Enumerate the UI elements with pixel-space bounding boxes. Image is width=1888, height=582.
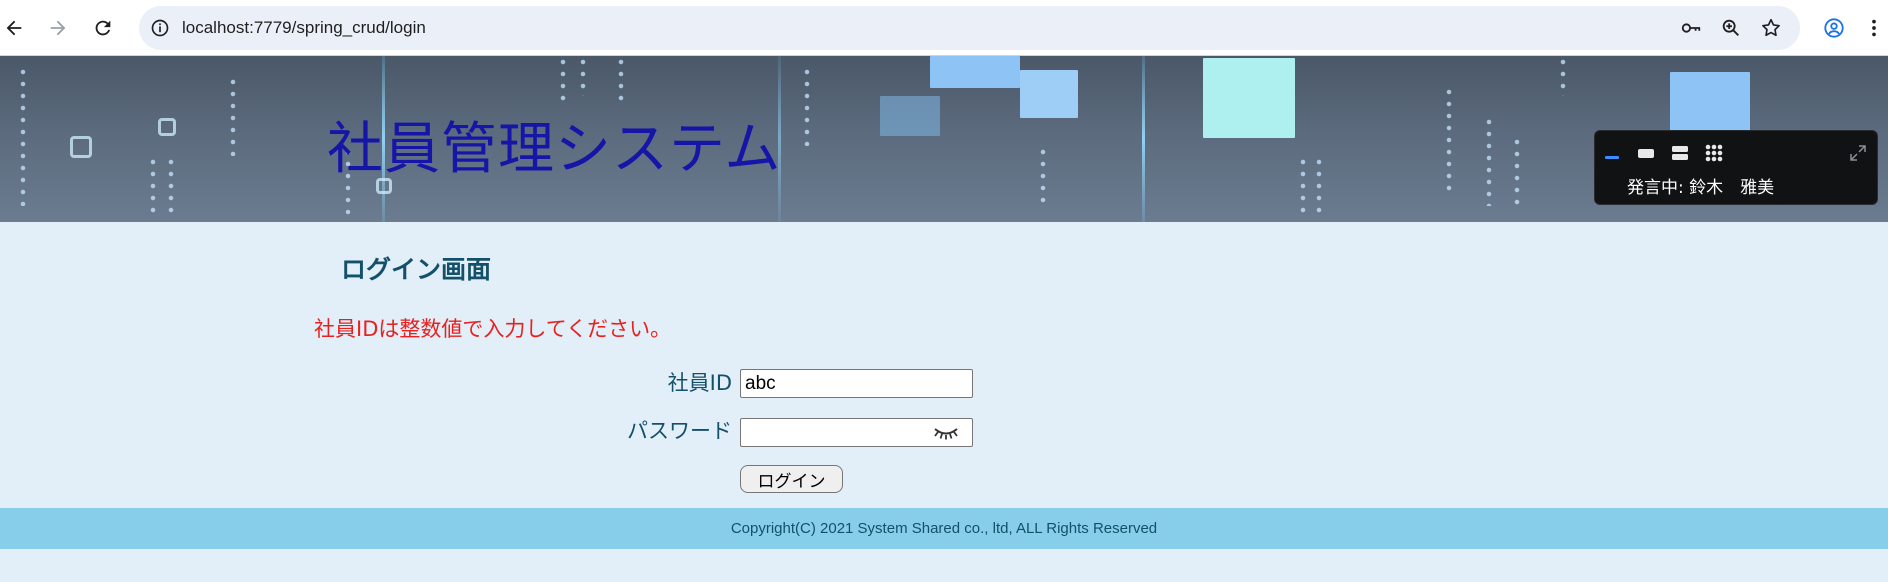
speaking-indicator: 発言中: 鈴木 雅美 <box>1627 178 1775 198</box>
banner-decoration <box>618 56 624 106</box>
kebab-menu-icon <box>1872 19 1876 37</box>
footer: Copyright(C) 2021 System Shared co., ltd… <box>0 508 1888 549</box>
banner-decoration <box>20 66 26 206</box>
page-heading: ログイン画面 <box>341 255 492 284</box>
expand-widget-button[interactable] <box>1845 141 1871 165</box>
forward-arrow-icon <box>50 20 66 36</box>
banner-decoration <box>560 56 566 106</box>
star-icon <box>1762 18 1780 37</box>
employee-id-input[interactable] <box>740 369 973 398</box>
browser-menu-button[interactable] <box>1866 16 1882 40</box>
banner-decoration <box>1670 72 1750 132</box>
site-info-button[interactable] <box>147 15 173 41</box>
layout-split-button[interactable] <box>1667 141 1693 165</box>
login-button[interactable]: ログイン <box>740 465 843 493</box>
password-label: パスワード <box>627 419 732 443</box>
zoom-button[interactable] <box>1719 16 1743 40</box>
profile-icon <box>1824 18 1844 38</box>
bookmark-button[interactable] <box>1759 16 1783 40</box>
banner-decoration <box>1300 156 1306 216</box>
single-tile-layout-icon <box>1638 149 1654 158</box>
grid-layout-icon <box>1705 144 1723 162</box>
banner-decoration <box>70 136 92 158</box>
layout-minimize-button[interactable] <box>1599 141 1625 165</box>
banner-decoration <box>230 76 236 156</box>
meeting-speaker-widget: 発言中: 鈴木 雅美 <box>1594 130 1878 205</box>
back-arrow-icon <box>6 20 22 36</box>
back-button[interactable] <box>0 12 30 44</box>
banner-decoration <box>1020 70 1078 118</box>
banner-decoration <box>1040 146 1046 206</box>
forward-button[interactable] <box>42 12 74 44</box>
banner-decoration <box>1203 58 1295 138</box>
zoom-icon <box>1722 19 1739 36</box>
banner-decoration <box>930 56 1020 88</box>
site-title: 社員管理システム <box>327 117 782 182</box>
browser-toolbar: localhost:7779/spring_crud/login <box>0 0 1888 56</box>
error-message: 社員IDは整数値で入力してください。 <box>314 317 672 341</box>
banner-decoration <box>1316 156 1322 216</box>
layout-grid-button[interactable] <box>1701 141 1727 165</box>
layout-single-button[interactable] <box>1633 141 1659 165</box>
split-layout-icon <box>1672 146 1688 160</box>
banner-decoration <box>1142 56 1145 222</box>
reload-icon <box>95 20 111 36</box>
banner-decoration <box>1514 136 1520 206</box>
eye-closed-icon <box>934 428 958 440</box>
site-info-icon <box>151 19 169 37</box>
employee-id-label: 社員ID <box>667 371 732 395</box>
password-manager-button[interactable] <box>1679 16 1703 40</box>
address-bar[interactable]: localhost:7779/spring_crud/login <box>139 6 1800 50</box>
password-visibility-toggle[interactable] <box>930 422 962 444</box>
url-text[interactable]: localhost:7779/spring_crud/login <box>182 6 426 50</box>
banner-decoration <box>1486 116 1492 206</box>
profile-button[interactable] <box>1822 16 1846 40</box>
banner-decoration <box>880 96 940 136</box>
minimize-layout-icon <box>1605 156 1619 159</box>
banner-decoration <box>158 118 176 136</box>
key-icon <box>1681 23 1701 33</box>
copyright-text: Copyright(C) 2021 System Shared co., ltd… <box>730 520 1158 537</box>
banner-decoration <box>168 156 174 216</box>
expand-icon <box>1850 145 1866 161</box>
banner-decoration <box>580 56 586 96</box>
banner-decoration <box>150 156 156 216</box>
reload-button[interactable] <box>87 12 119 44</box>
banner-decoration <box>1560 56 1566 96</box>
banner-decoration <box>804 66 810 146</box>
banner-decoration <box>1446 86 1452 196</box>
